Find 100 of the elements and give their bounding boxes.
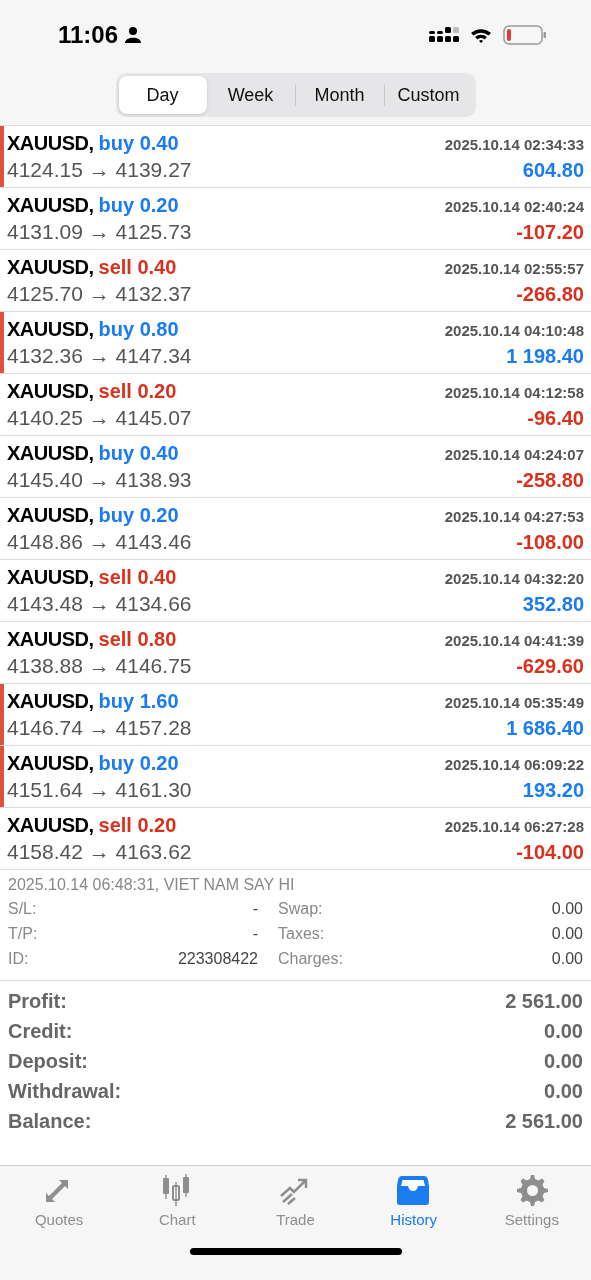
price-range: 4124.15 → 4139.27 (7, 157, 192, 182)
price-range: 4148.86 → 4143.46 (7, 529, 192, 554)
deal-row[interactable]: XAUUSD, sell 0.20 2025.10.14 06:27:28 4158.42 → 4163.62 -104.00 (0, 808, 591, 870)
profit-value: 1 198.40 (506, 344, 584, 368)
field-value: - (252, 900, 258, 918)
symbol-label: XAUUSD, (7, 565, 94, 589)
deal-time: 2025.10.14 02:55:57 (444, 259, 584, 277)
summary-value: 2 561.00 (505, 1109, 583, 1133)
field-label: Taxes: (278, 925, 325, 943)
order-label: buy 0.80 (98, 317, 179, 341)
deal-time: 2025.10.14 04:12:58 (444, 383, 584, 401)
deal-row[interactable]: XAUUSD, buy 1.60 2025.10.14 05:35:49 4146.74 → 4157.28 1 686.40 (0, 684, 591, 746)
field-value: 0.00 (551, 925, 583, 943)
deal-time: 2025.10.14 02:34:33 (444, 135, 584, 153)
field-label: S/L: (8, 900, 37, 918)
period-tab[interactable]: Day (118, 76, 207, 114)
clock-time: 11:06 (58, 21, 119, 49)
profit-value: -104.00 (516, 840, 584, 864)
deal-comment: 2025.10.14 06:48:31, VIET NAM SAY HI (8, 876, 296, 894)
profit-value: -258.80 (516, 468, 584, 492)
profit-value: 352.80 (522, 592, 584, 616)
deal-time: 2025.10.14 04:10:48 (444, 321, 584, 339)
field-label: Swap: (278, 900, 323, 918)
order-label: buy 1.60 (98, 689, 179, 713)
deal-row[interactable]: XAUUSD, buy 0.80 2025.10.14 04:10:48 4132.36 → 4147.34 1 198.40 (0, 312, 591, 374)
field-value: 0.00 (551, 950, 583, 968)
period-tab[interactable]: Week (206, 76, 295, 114)
deal-time: 2025.10.14 02:40:24 (444, 197, 584, 215)
field-label: T/P: (8, 925, 38, 943)
deal-row[interactable]: XAUUSD, buy 0.20 2025.10.14 04:27:53 4148.86 → 4143.46 -108.00 (0, 498, 591, 560)
deal-row[interactable]: XAUUSD, buy 0.40 2025.10.14 02:34:33 4124.15 → 4139.27 604.80 (0, 126, 591, 188)
deal-time: 2025.10.14 04:32:20 (444, 569, 584, 587)
deal-row[interactable]: XAUUSD, sell 0.40 2025.10.14 02:55:57 4125.70 → 4132.37 -266.80 (0, 250, 591, 312)
order-label: buy 0.40 (98, 131, 179, 155)
symbol-label: XAUUSD, (7, 193, 94, 217)
deal-time: 2025.10.14 04:27:53 (444, 507, 584, 525)
order-label: buy 0.20 (98, 503, 179, 527)
price-range: 4131.09 → 4125.73 (7, 219, 192, 244)
signal-icon (429, 27, 459, 43)
profit-value: -108.00 (516, 530, 584, 554)
price-range: 4145.40 → 4138.93 (7, 467, 192, 492)
symbol-label: XAUUSD, (7, 689, 94, 713)
period-tab[interactable]: Custom (384, 76, 473, 114)
order-label: buy 0.20 (98, 193, 179, 217)
symbol-label: XAUUSD, (7, 503, 94, 527)
deal-time: 2025.10.14 05:35:49 (444, 693, 584, 711)
order-label: buy 0.20 (98, 751, 179, 775)
deal-row[interactable]: XAUUSD, buy 0.20 2025.10.14 06:09:22 4151.64 → 4161.30 193.20 (0, 746, 591, 808)
order-label: sell 0.20 (98, 379, 177, 403)
profit-value: -266.80 (516, 282, 584, 306)
summary-label: Balance: (8, 1109, 92, 1133)
deal-row[interactable]: XAUUSD, sell 0.80 2025.10.14 04:41:39 4138.88 → 4146.75 -629.60 (0, 622, 591, 684)
deal-time: 2025.10.14 04:24:07 (444, 445, 584, 463)
price-range: 4138.88 → 4146.75 (7, 653, 192, 678)
symbol-label: XAUUSD, (7, 379, 94, 403)
order-label: sell 0.20 (98, 813, 177, 837)
order-label: buy 0.40 (98, 441, 179, 465)
price-range: 4125.70 → 4132.37 (7, 281, 192, 306)
profit-value: 193.20 (522, 778, 584, 802)
price-range: 4158.42 → 4163.62 (7, 839, 192, 864)
symbol-label: XAUUSD, (7, 627, 94, 651)
profit-value: -96.40 (527, 406, 584, 430)
summary-value: 0.00 (544, 1079, 583, 1103)
summary-label: Deposit: (8, 1049, 88, 1073)
deal-row[interactable]: XAUUSD, buy 0.40 2025.10.14 04:24:07 4145.40 → 4138.93 -258.80 (0, 436, 591, 498)
profit-value: 1 686.40 (506, 716, 584, 740)
settings-icon (514, 1174, 549, 1207)
order-label: sell 0.80 (98, 627, 177, 651)
period-tab[interactable]: Month (295, 76, 384, 114)
symbol-label: XAUUSD, (7, 255, 94, 279)
price-range: 4143.48 → 4134.66 (7, 591, 192, 616)
tab-bar-item[interactable]: History (363, 1174, 464, 1236)
deal-row[interactable]: XAUUSD, buy 0.20 2025.10.14 02:40:24 4131.09 → 4125.73 -107.20 (0, 188, 591, 250)
summary-value: 0.00 (544, 1019, 583, 1043)
deal-time: 2025.10.14 04:41:39 (444, 631, 584, 649)
deal-row[interactable]: XAUUSD, sell 0.40 2025.10.14 04:32:20 4143.48 → 4134.66 352.80 (0, 560, 591, 622)
price-range: 4132.36 → 4147.34 (7, 343, 192, 368)
field-label: ID: (8, 950, 29, 968)
inbox-tray-icon (396, 1174, 431, 1207)
profit-value: -107.20 (516, 220, 584, 244)
summary-label: Credit: (8, 1019, 73, 1043)
field-label: Charges: (278, 950, 343, 968)
deal-row[interactable]: XAUUSD, sell 0.20 2025.10.14 04:12:58 4140.25 → 4145.07 -96.40 (0, 374, 591, 436)
order-label: sell 0.40 (98, 255, 177, 279)
summary-value: 0.00 (544, 1049, 583, 1073)
field-value: 0.00 (551, 900, 583, 918)
symbol-label: XAUUSD, (7, 813, 94, 837)
profit-value: 604.80 (522, 158, 584, 182)
price-range: 4151.64 → 4161.30 (7, 777, 192, 802)
symbol-label: XAUUSD, (7, 441, 94, 465)
deal-time: 2025.10.14 06:27:28 (444, 817, 584, 835)
summary-label: Profit: (8, 989, 67, 1013)
price-range: 4140.25 → 4145.07 (7, 405, 192, 430)
symbol-label: XAUUSD, (7, 751, 94, 775)
field-value: 223308422 (177, 950, 258, 968)
field-value: - (252, 925, 258, 943)
summary-value: 2 561.00 (505, 989, 583, 1013)
summary-label: Withdrawal: (8, 1079, 122, 1103)
wifi-icon (469, 26, 493, 44)
symbol-label: XAUUSD, (7, 131, 94, 155)
